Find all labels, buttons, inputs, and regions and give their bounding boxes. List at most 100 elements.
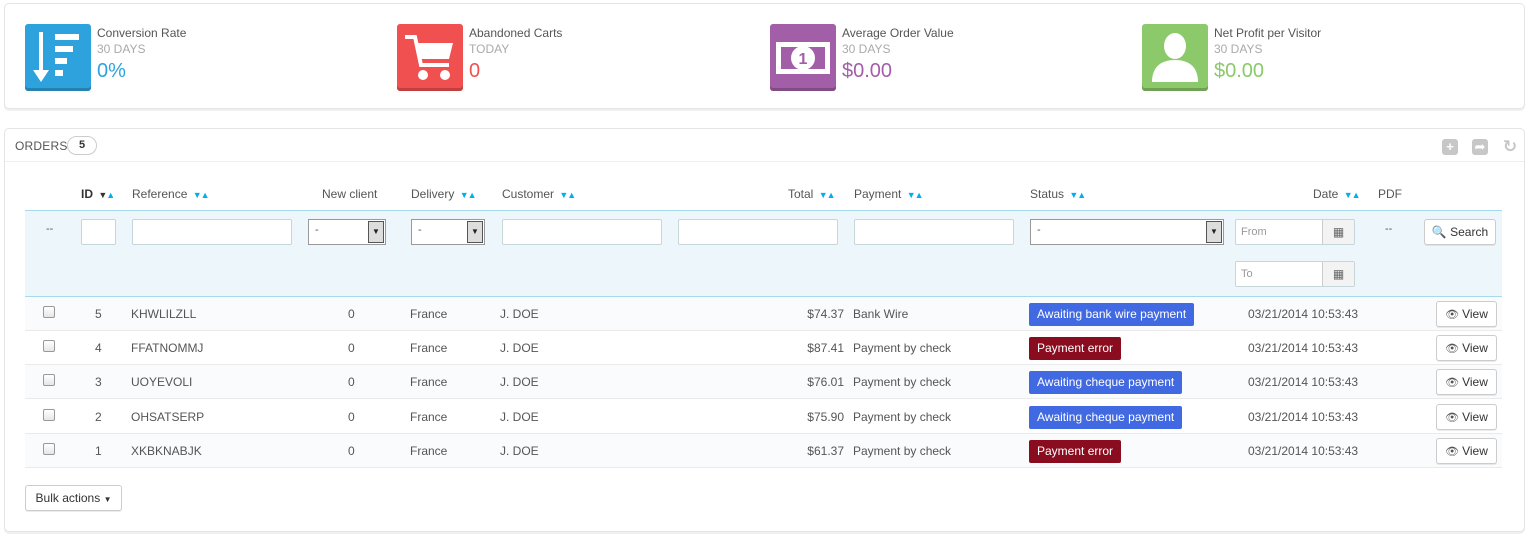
chevron-down-icon: ▼ <box>1206 221 1222 243</box>
filter-payment-input[interactable] <box>854 219 1014 245</box>
bulk-actions-button[interactable]: Bulk actions ▼ <box>25 485 122 511</box>
cell-delivery: France <box>410 375 448 389</box>
cell-total: $75.90 <box>807 410 844 424</box>
table-row[interactable]: 2 OHSATSERP 0 France J. DOE $75.90 Payment by … <box>25 400 1502 434</box>
cell-new-client: 0 <box>348 341 355 355</box>
cell-customer: J. DOE <box>500 341 539 355</box>
filter-id-input[interactable] <box>81 219 116 245</box>
view-button[interactable]: 👁 View <box>1436 438 1497 464</box>
row-checkbox[interactable] <box>43 340 55 352</box>
calendar-icon[interactable]: ▦ <box>1322 220 1354 244</box>
col-header-label: Total <box>788 187 814 201</box>
cell-customer: J. DOE <box>500 444 539 458</box>
cell-date: 03/21/2014 10:53:43 <box>1248 410 1359 424</box>
col-header-label: Delivery <box>411 187 455 201</box>
col-header-delivery[interactable]: Delivery ▼▲ <box>411 187 477 201</box>
sort-icon[interactable]: ▼▲ <box>1069 190 1086 200</box>
user-icon <box>1142 24 1208 91</box>
cell-date: 03/21/2014 10:53:43 <box>1248 444 1359 458</box>
cell-id: 4 <box>95 341 102 355</box>
filter-customer-input[interactable] <box>502 219 662 245</box>
select-value: - <box>1037 224 1041 236</box>
kpi-title: Abandoned Carts <box>469 26 563 40</box>
refresh-icon[interactable]: ↻ <box>1502 138 1518 155</box>
orders-header: ORDERS 5 + ➦ ↻ <box>5 129 1524 162</box>
cell-delivery: France <box>410 307 448 321</box>
row-checkbox[interactable] <box>43 443 55 455</box>
cell-customer: J. DOE <box>500 307 539 321</box>
calendar-icon[interactable]: ▦ <box>1322 262 1354 286</box>
kpi-value: $0.00 <box>1214 60 1265 82</box>
cell-id: 1 <box>95 444 102 458</box>
filter-date-from[interactable]: From ▦ <box>1235 219 1355 245</box>
view-button[interactable]: 👁 View <box>1436 335 1497 361</box>
cell-id: 2 <box>95 410 102 424</box>
sort-icon[interactable]: ▼▲ <box>98 190 115 200</box>
col-header-label: Payment <box>854 187 902 201</box>
chevron-down-icon: ▼ <box>467 221 483 243</box>
sort-icon[interactable]: ▼▲ <box>907 190 924 200</box>
select-value: - <box>418 224 422 236</box>
table-row[interactable]: 3 UOYEVOLI 0 France J. DOE $76.01 Payment by c… <box>25 365 1502 399</box>
search-button[interactable]: 🔍 Search <box>1424 219 1496 245</box>
filter-delivery-select[interactable]: - ▼ <box>411 219 485 245</box>
kpi-value: $0.00 <box>842 60 893 82</box>
cell-new-client: 0 <box>348 444 355 458</box>
view-button[interactable]: 👁 View <box>1436 369 1497 395</box>
sort-icon[interactable]: ▼▲ <box>460 190 477 200</box>
col-header-label: Customer <box>502 187 555 201</box>
col-header-status[interactable]: Status ▼▲ <box>1030 187 1086 201</box>
view-button[interactable]: 👁 View <box>1436 301 1497 327</box>
filter-new-client-select[interactable]: - ▼ <box>308 219 386 245</box>
row-checkbox[interactable] <box>43 306 55 318</box>
table-row[interactable]: 1 XKBKNABJK 0 France J. DOE $61.37 Payment by … <box>25 434 1502 468</box>
cell-date: 03/21/2014 10:53:43 <box>1248 341 1359 355</box>
eye-icon: 👁 <box>1445 446 1460 458</box>
sort-icon[interactable]: ▼▲ <box>1344 190 1361 200</box>
col-header-date[interactable]: Date ▼▲ <box>1313 187 1361 201</box>
sort-icon[interactable]: ▼▲ <box>559 190 576 200</box>
col-header-id[interactable]: ID ▼▲ <box>81 187 115 201</box>
status-badge: Awaiting cheque payment <box>1029 406 1183 429</box>
col-header-total[interactable]: Total ▼▲ <box>788 187 836 201</box>
sort-list-icon <box>25 24 91 91</box>
eye-icon: 👁 <box>1445 377 1460 389</box>
filter-status-select[interactable]: - ▼ <box>1030 219 1224 245</box>
cell-reference: KHWLILZLL <box>131 307 197 321</box>
add-new-icon[interactable]: + <box>1442 139 1458 155</box>
cell-id: 5 <box>95 307 102 321</box>
col-header-label: New client <box>322 187 378 201</box>
sort-icon[interactable]: ▼▲ <box>193 190 210 200</box>
table-row[interactable]: 4 FFATNOMMJ 0 France J. DOE $87.41 Payment by … <box>25 331 1502 365</box>
view-button-label: View <box>1462 444 1488 458</box>
search-icon: 🔍 <box>1431 225 1447 239</box>
row-checkbox[interactable] <box>43 409 55 421</box>
kpi-title: Net Profit per Visitor <box>1214 26 1322 40</box>
col-header-reference[interactable]: Reference ▼▲ <box>132 187 210 201</box>
filter-reference-input[interactable] <box>132 219 292 245</box>
status-badge: Payment error <box>1029 440 1122 463</box>
cell-payment: Payment by check <box>853 341 952 355</box>
col-header-new-client: New client <box>322 187 377 201</box>
date-to-placeholder: To <box>1241 268 1253 280</box>
cell-payment: Payment by check <box>853 375 952 389</box>
bulk-actions-label: Bulk actions <box>35 491 101 505</box>
status-badge: Awaiting cheque payment <box>1029 371 1183 394</box>
sort-icon[interactable]: ▼▲ <box>819 190 836 200</box>
filter-date-to[interactable]: To ▦ <box>1235 261 1355 287</box>
export-icon[interactable]: ➦ <box>1472 139 1488 155</box>
view-button-label: View <box>1462 410 1488 424</box>
cell-delivery: France <box>410 410 448 424</box>
cell-payment: Bank Wire <box>853 307 909 321</box>
cart-icon <box>397 24 463 91</box>
filter-total-input[interactable] <box>678 219 838 245</box>
col-header-label: Reference <box>132 187 188 201</box>
cell-new-client: 0 <box>348 307 355 321</box>
row-checkbox[interactable] <box>43 374 55 386</box>
status-badge: Payment error <box>1029 337 1122 360</box>
col-header-payment[interactable]: Payment ▼▲ <box>854 187 924 201</box>
table-row[interactable]: 5 KHWLILZLL 0 France J. DOE $74.37 Bank Wire Aw… <box>25 297 1502 331</box>
view-button[interactable]: 👁 View <box>1436 404 1497 430</box>
cell-payment: Payment by check <box>853 410 952 424</box>
col-header-customer[interactable]: Customer ▼▲ <box>502 187 576 201</box>
